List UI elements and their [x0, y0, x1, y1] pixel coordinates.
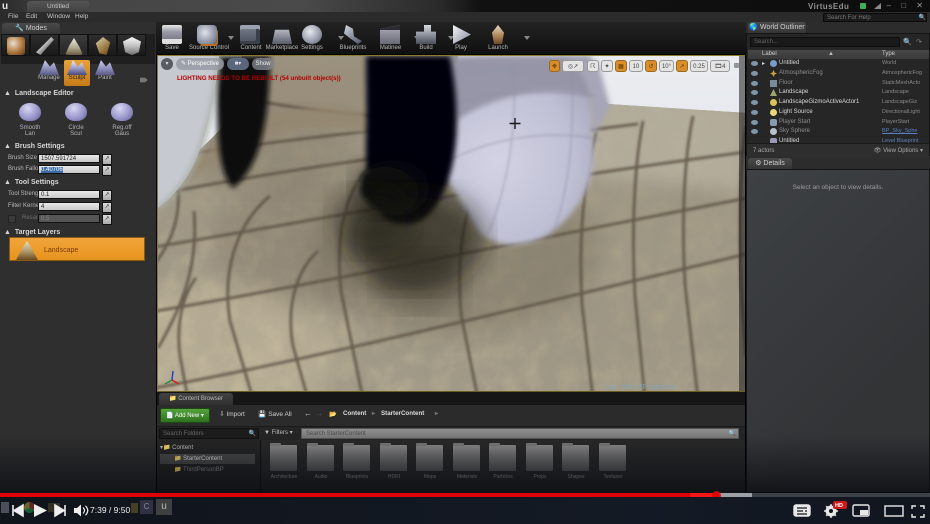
svg-text:HD: HD — [835, 503, 843, 509]
svg-text:Lag: VirtusTProduction: Lag: VirtusTProduction — [605, 384, 676, 391]
